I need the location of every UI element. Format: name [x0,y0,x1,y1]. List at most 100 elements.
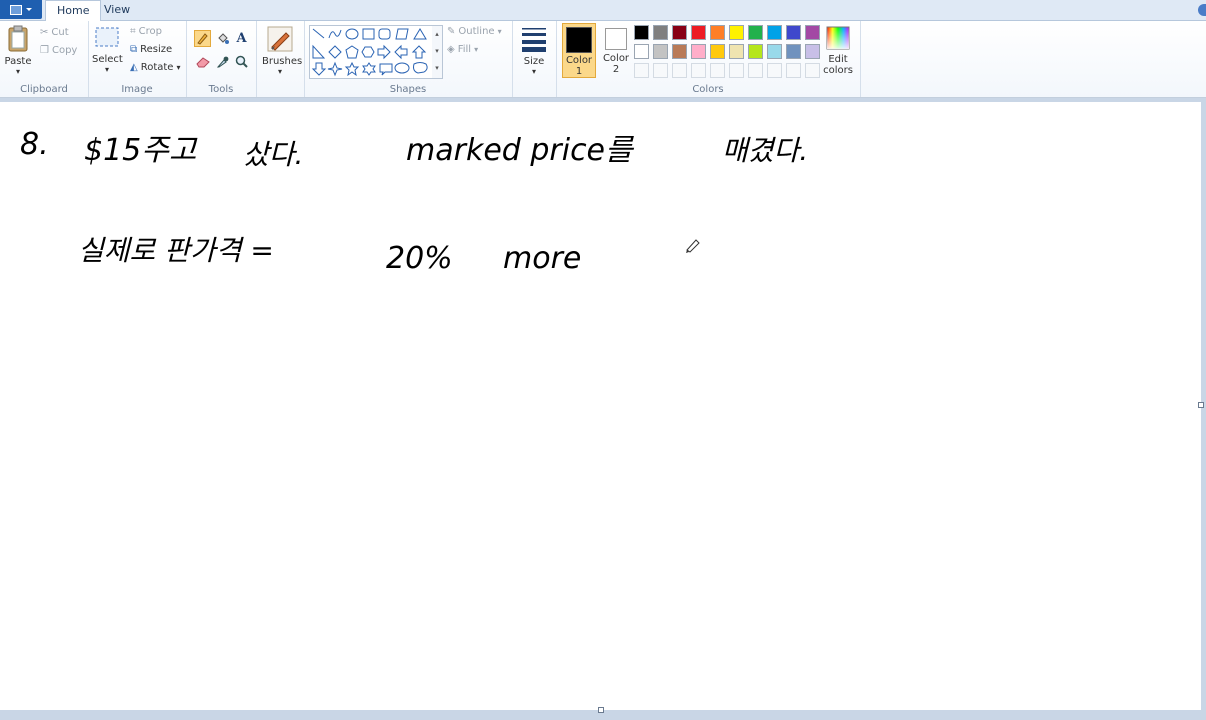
chevron-down-icon: ▾ [531,67,536,76]
fill-button[interactable]: ◈ Fill ▾ [447,44,478,55]
palette-swatch[interactable] [805,44,820,59]
custom-color-slot[interactable] [653,63,668,78]
outline-label: Outline [458,26,495,37]
chevron-down-icon: ▾ [104,65,109,74]
palette-swatch[interactable] [786,25,801,40]
handwritten-percent: 20% [386,241,453,276]
custom-color-slot[interactable] [729,63,744,78]
shapes-gallery-icons [311,28,428,77]
rotate-button[interactable]: ◭ Rotate ▾ [130,62,180,73]
color2-number: 2 [612,64,620,75]
brushes-label: Brushes [262,56,303,67]
brushes-button[interactable]: Brushes ▾ [262,25,303,76]
custom-color-slot[interactable] [672,63,687,78]
size-label: Size [523,56,545,67]
color-wheel-icon [826,26,850,50]
custom-color-slot[interactable] [767,63,782,78]
palette-swatch[interactable] [634,25,649,40]
custom-color-slot[interactable] [634,63,649,78]
shapes-group-label: Shapes [389,84,427,95]
six-point-star-shape-icon [362,62,376,76]
shapes-scroll[interactable]: ▴ ▾ ▾ [432,25,443,79]
handwritten-bought: 샀다. [243,138,303,171]
paint-menu-icon [10,4,22,15]
pencil-tool[interactable] [194,30,211,47]
palette-swatch[interactable] [748,25,763,40]
cut-button[interactable]: ✂ Cut [40,27,69,38]
chevron-down-icon: ▾ [15,67,20,76]
tools-group-label: Tools [208,84,234,95]
edit-colors-label: Edit [828,54,848,65]
palette-swatch[interactable] [653,44,668,59]
resize-handle-bottom[interactable] [598,707,604,713]
color2-swatch [605,28,627,50]
color2-button[interactable]: Color 2 [600,23,632,78]
drawing-canvas[interactable]: 8. $15주고 샀다. marked price를 매겼다. 실제로 판가격 … [0,102,1204,713]
palette-swatch[interactable] [767,44,782,59]
color2-label: Color [602,53,630,64]
palette-swatch[interactable] [653,25,668,40]
palette-swatch[interactable] [805,25,820,40]
brush-icon [267,26,293,52]
palette-swatch[interactable] [672,25,687,40]
color-picker-tool[interactable] [214,53,231,70]
resize-button[interactable]: ⧉ Resize [130,44,172,55]
size-button[interactable]: Size ▾ [519,25,549,76]
paste-button[interactable]: Paste ▾ [4,25,32,76]
palette-swatch[interactable] [710,25,725,40]
polygon-shape-icon [395,28,409,40]
right-triangle-shape-icon [312,44,326,59]
eraser-tool[interactable] [194,53,211,70]
palette-swatch[interactable] [710,44,725,59]
palette-swatch[interactable] [767,25,782,40]
oval-shape-icon [345,28,359,40]
resize-icon: ⧉ [130,44,138,55]
image-group: Select ▾ ⌗ Crop ⧉ Resize ◭ Rotate ▾ Image [88,21,187,97]
palette-swatch[interactable] [691,44,706,59]
custom-color-slot[interactable] [710,63,725,78]
custom-color-slot[interactable] [805,63,820,78]
copy-button[interactable]: ❐ Copy [40,45,77,56]
left-arrow-shape-icon [394,44,408,60]
magnifier-tool[interactable] [233,53,250,70]
tab-view[interactable]: View [93,0,141,20]
edit-colors-button[interactable]: Edit colors [820,25,856,76]
text-icon[interactable]: A [233,30,250,47]
crop-button[interactable]: ⌗ Crop [130,26,162,37]
rounded-rectangle-shape-icon [378,28,391,40]
fill-label: Fill [457,44,472,55]
five-point-star-shape-icon [344,61,360,77]
resize-handle-right[interactable] [1198,402,1204,408]
custom-color-slot[interactable] [691,63,706,78]
paint-menu-button[interactable] [0,0,42,19]
palette-swatch[interactable] [729,44,744,59]
help-icon[interactable] [1198,4,1206,16]
custom-color-slot[interactable] [748,63,763,78]
handwritten-price: $15주고 [84,133,198,168]
palette-swatch[interactable] [748,44,763,59]
outline-button[interactable]: ✎ Outline ▾ [447,26,502,37]
chevron-down-icon: ▾ [176,63,181,72]
eraser-icon [195,56,210,67]
palette-swatch[interactable] [729,25,744,40]
paste-icon [8,25,28,52]
fill-tool[interactable] [214,30,231,47]
custom-color-slot[interactable] [786,63,801,78]
handwritten-set-price: 매겼다. [722,134,808,167]
clipboard-group-label: Clipboard [20,84,68,95]
select-button[interactable]: Select ▾ [92,25,123,74]
color1-button[interactable]: Color 1 [562,23,596,78]
down-arrow-shape-icon [311,62,327,76]
palette-swatch[interactable] [672,44,687,59]
palette-swatch[interactable] [634,44,649,59]
palette-swatch[interactable] [691,25,706,40]
edit-colors-label2: colors [823,65,853,76]
palette-swatch[interactable] [786,44,801,59]
canvas-area: 8. $15주고 샀다. marked price를 매겼다. 실제로 판가격 … [0,98,1206,720]
clipboard-group: Paste ▾ ✂ Cut ❐ Copy Clipboard [0,21,89,97]
brushes-group: Brushes ▾ [256,21,305,97]
four-point-star-shape-icon [327,61,343,77]
chevron-down-icon: ▾ [474,45,479,54]
fill-bucket-icon [218,33,229,44]
chevron-down-icon [26,8,32,11]
